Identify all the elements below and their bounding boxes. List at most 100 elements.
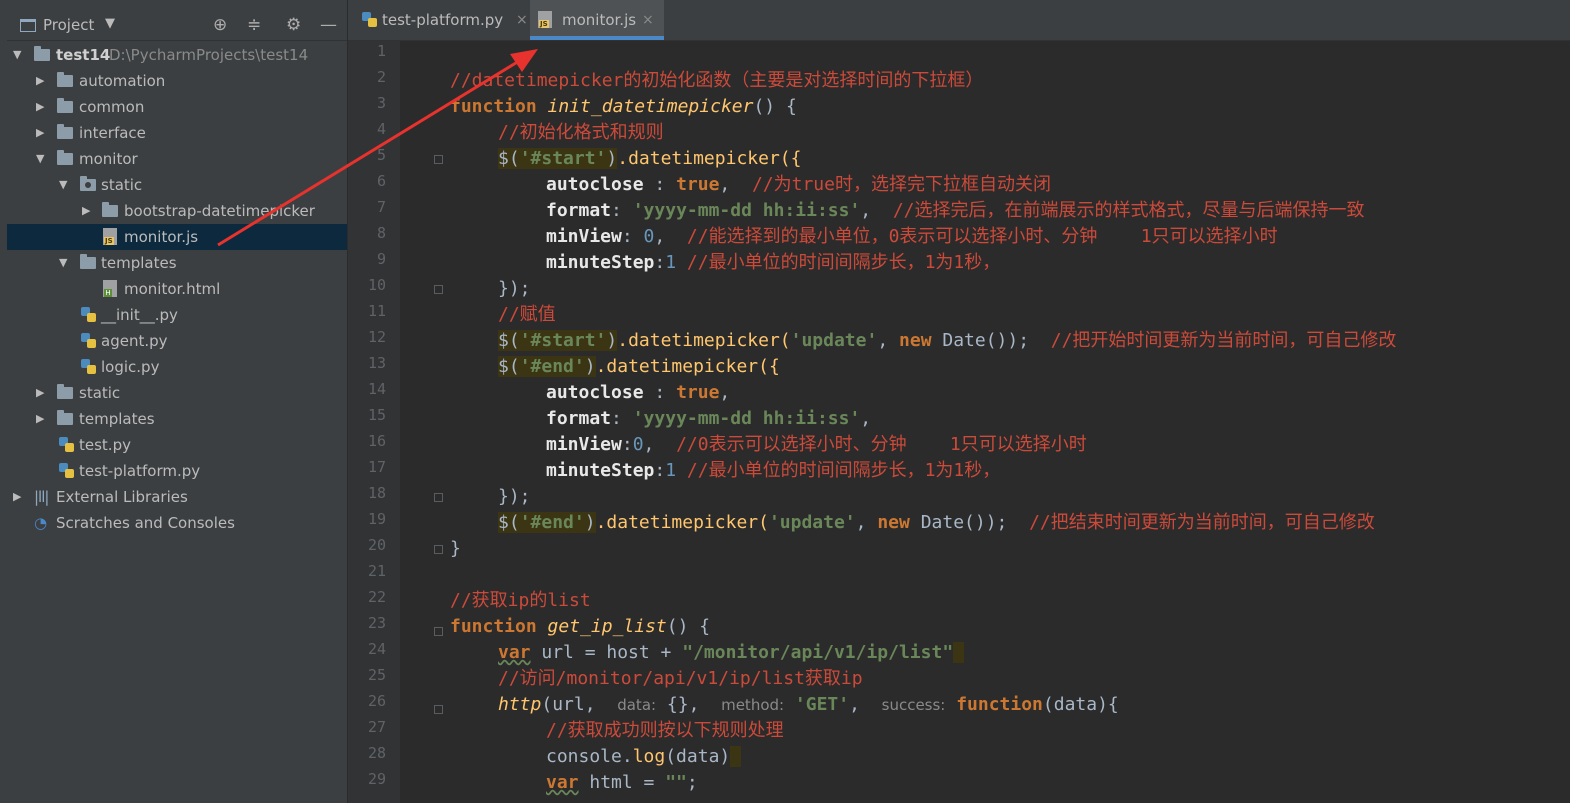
tree-item-label: monitor.html (124, 280, 221, 298)
tree-item-static[interactable]: ▼ static (7, 172, 347, 198)
keyword: true (676, 174, 720, 195)
number: 1 (665, 460, 677, 481)
code-text: : (611, 408, 633, 429)
code-text: : (643, 174, 677, 195)
tree-item-logic-py[interactable]: logic.py (7, 354, 347, 380)
chevron-right-icon[interactable]: ▶ (13, 484, 21, 510)
string: '#start' (519, 330, 607, 351)
method-name: .datetimepicker( (617, 330, 791, 351)
code-text: url = host + (530, 642, 683, 663)
editor-tab-bar: test-platform.py × JS monitor.js × (348, 0, 1570, 41)
keyword: var (498, 642, 531, 663)
code-text: }); (498, 278, 531, 299)
comment: //获取成功则按以下规则处理 (546, 720, 784, 741)
chevron-down-icon[interactable]: ▼ (59, 250, 67, 276)
chevron-right-icon[interactable]: ▶ (82, 198, 90, 224)
line-number-gutter: 1 2 3 4 5 6 7 8 9 10 11 12 13 14 15 16 1… (348, 41, 400, 803)
close-icon[interactable]: × (516, 0, 528, 40)
tree-item-static-root[interactable]: ▶ static (7, 380, 347, 406)
code-text: }); (498, 486, 531, 507)
project-panel: Project ▼ ⊕ ≑ ⚙ — ▼ test14 D:\PycharmPro… (7, 0, 347, 803)
method-name: log (632, 746, 666, 767)
tree-item-external-libraries[interactable]: ▶ |ll| External Libraries (7, 484, 347, 510)
code-text: : (654, 252, 666, 273)
line-number: 15 (367, 406, 386, 424)
tree-item-bootstrap-datetimepicker[interactable]: ▶ bootstrap-datetimepicker (7, 198, 347, 224)
collapse-all-icon[interactable]: ≑ (247, 15, 261, 35)
keyword: new (899, 330, 932, 351)
string: '#end' (519, 356, 585, 377)
tree-item-common[interactable]: ▶ common (7, 94, 347, 120)
folder-icon (102, 202, 118, 217)
line-number: 16 (367, 432, 386, 450)
code-line-25: //访问/monitor/api/v1/ip/list获取ip (498, 666, 863, 692)
chevron-down-icon[interactable]: ▼ (59, 172, 67, 198)
chevron-down-icon[interactable]: ▼ (36, 146, 44, 172)
code-text: (data){ (1042, 694, 1119, 715)
code-line-17: minuteStep:1 //最小单位的时间间隔步长，1为1秒， (546, 458, 1000, 484)
tree-item-interface[interactable]: ▶ interface (7, 120, 347, 146)
chevron-right-icon[interactable]: ▶ (36, 380, 44, 406)
function-name: get_ip_list (547, 616, 667, 637)
chevron-right-icon[interactable]: ▶ (36, 120, 44, 146)
tree-item-init-py[interactable]: __init__.py (7, 302, 347, 328)
hide-icon[interactable]: — (320, 15, 337, 35)
line-number: 25 (367, 666, 386, 684)
tree-item-agent-py[interactable]: agent.py (7, 328, 347, 354)
tree-item-label: static (101, 176, 143, 194)
string: 'GET' (784, 694, 850, 715)
chevron-right-icon[interactable]: ▶ (36, 94, 44, 120)
code-text: , (719, 174, 752, 195)
close-icon[interactable]: × (642, 0, 654, 40)
line-number: 9 (376, 250, 386, 268)
chevron-down-icon[interactable]: ▼ (105, 16, 115, 31)
code-text: ; (686, 772, 698, 793)
folder-icon (34, 46, 50, 61)
code-line-14: autoclose : true, (546, 380, 730, 406)
tree-item-label: agent.py (101, 332, 168, 350)
tree-item-automation[interactable]: ▶ automation (7, 68, 347, 94)
comment: //能选择到的最小单位，0表示可以选择小时、分钟 1只可以选择小时 (686, 226, 1278, 247)
comment: //赋值 (498, 304, 556, 325)
tree-item-label: __init__.py (101, 306, 178, 324)
string: 'update' (768, 512, 856, 533)
project-toolbar: Project ▼ ⊕ ≑ ⚙ — (7, 0, 347, 41)
tree-item-templates-root[interactable]: ▶ templates (7, 406, 347, 432)
code-line-29: var html = ""; (546, 770, 698, 796)
locate-icon[interactable]: ⊕ (213, 15, 227, 35)
project-title[interactable]: Project (43, 16, 94, 34)
chevron-right-icon[interactable]: ▶ (36, 406, 44, 432)
line-number: 13 (367, 354, 386, 372)
folder-icon (57, 72, 73, 87)
tree-item-test-platform-py[interactable]: test-platform.py (7, 458, 347, 484)
line-number: 2 (376, 68, 386, 86)
line-number: 22 (367, 588, 386, 606)
code-text: : (643, 382, 677, 403)
code-line-10: }); (498, 276, 531, 302)
tree-item-label: templates (101, 254, 177, 272)
tree-item-monitor[interactable]: ▼ monitor (7, 146, 347, 172)
line-number: 10 (367, 276, 386, 294)
chevron-down-icon[interactable]: ▼ (13, 42, 21, 68)
line-number: 1 (376, 42, 386, 60)
code-line-27: //获取成功则按以下规则处理 (546, 718, 784, 744)
code-text: html = (578, 772, 666, 793)
tree-item-scratches[interactable]: ◔ Scratches and Consoles (7, 510, 347, 536)
tree-item-test-py[interactable]: test.py (7, 432, 347, 458)
code-editor[interactable]: //datetimepicker的初始化函数（主要是对选择时间的下拉框） fun… (400, 41, 1570, 803)
folder-icon (57, 150, 73, 165)
tab-monitor-js[interactable]: JS monitor.js × (530, 0, 664, 40)
tree-item-templates[interactable]: ▼ templates (7, 250, 347, 276)
gear-icon[interactable]: ⚙ (286, 15, 301, 35)
code-text: ) (606, 148, 618, 169)
tree-item-monitor-html[interactable]: H monitor.html (7, 276, 347, 302)
tab-test-platform-py[interactable]: test-platform.py × (358, 0, 528, 40)
chevron-right-icon[interactable]: ▶ (36, 68, 44, 94)
code-line-20: } (450, 536, 461, 562)
parameter-hint: method: (721, 696, 785, 714)
python-file-icon (81, 307, 97, 323)
tree-item-test14[interactable]: ▼ test14 D:\PycharmProjects\test14 (7, 42, 347, 68)
property: minView (546, 434, 622, 455)
tree-item-label: test-platform.py (79, 462, 201, 480)
tree-item-monitor-js[interactable]: JS monitor.js (7, 224, 347, 250)
